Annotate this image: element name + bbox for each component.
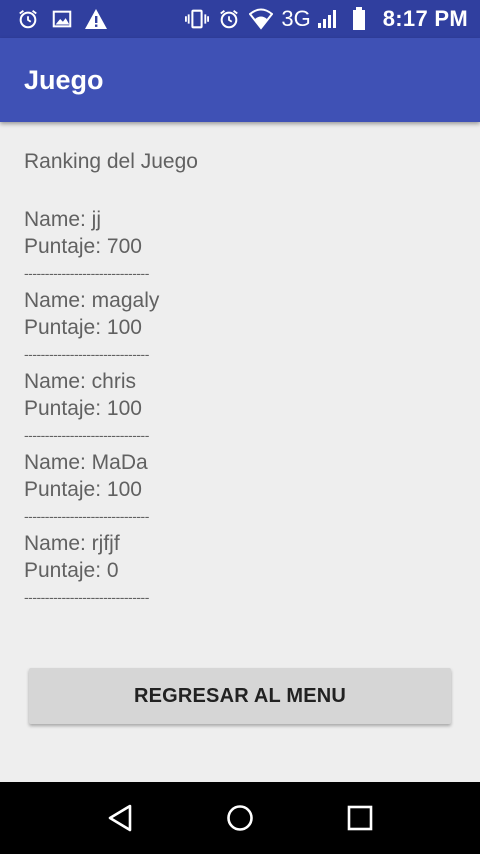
ranking-entry: Name: chris Puntaje: 100 ---------------…: [24, 368, 454, 449]
ranking-content: Ranking del Juego Name: jj Puntaje: 700 …: [24, 146, 454, 611]
recents-icon[interactable]: [340, 798, 380, 838]
alarm-icon: [16, 7, 40, 31]
player-score: Puntaje: 100: [24, 397, 142, 420]
ranking-entry: Name: rjfjf Puntaje: 0 -----------------…: [24, 530, 454, 611]
navigation-bar: [0, 782, 480, 854]
entry-separator: ------------------------------: [24, 427, 149, 443]
image-icon: [50, 7, 74, 31]
player-score: Puntaje: 100: [24, 478, 142, 501]
back-to-menu-button[interactable]: REGRESAR AL MENU: [29, 668, 451, 724]
player-name: Name: rjfjf: [24, 532, 120, 555]
player-score: Puntaje: 0: [24, 559, 119, 582]
entry-separator: ------------------------------: [24, 508, 149, 524]
player-name: Name: MaDa: [24, 451, 148, 474]
app-bar: Juego: [0, 38, 480, 122]
entry-separator: ------------------------------: [24, 589, 149, 605]
vibrate-icon: [185, 7, 210, 31]
player-score: Puntaje: 100: [24, 316, 142, 339]
alarm-icon: [217, 7, 241, 31]
ranking-heading: Ranking del Juego: [24, 150, 198, 173]
back-icon[interactable]: [100, 798, 140, 838]
player-name: Name: jj: [24, 208, 102, 231]
status-bar: 3G 8:17 PM: [0, 0, 480, 38]
player-name: Name: magaly: [24, 289, 160, 312]
entry-separator: ------------------------------: [24, 346, 149, 362]
status-system-icons: 3G 8:17 PM: [185, 6, 468, 32]
app-title: Juego: [24, 64, 104, 95]
warning-icon: [84, 7, 108, 31]
ranking-list: Name: jj Puntaje: 700 ------------------…: [24, 206, 454, 611]
status-time: 8:17 PM: [382, 6, 468, 31]
ranking-entry: Name: jj Puntaje: 700 ------------------…: [24, 206, 454, 287]
wifi-icon: [249, 7, 274, 31]
battery-icon: [347, 7, 371, 31]
network-type-label: 3G: [281, 6, 311, 31]
signal-icon: [315, 7, 339, 31]
entry-separator: ------------------------------: [24, 265, 149, 281]
status-notifications: [16, 7, 118, 31]
home-icon[interactable]: [220, 798, 260, 838]
player-score: Puntaje: 700: [24, 235, 142, 258]
player-name: Name: chris: [24, 370, 137, 393]
ranking-entry: Name: magaly Puntaje: 100 --------------…: [24, 287, 454, 368]
ranking-entry: Name: MaDa Puntaje: 100 ----------------…: [24, 449, 454, 530]
